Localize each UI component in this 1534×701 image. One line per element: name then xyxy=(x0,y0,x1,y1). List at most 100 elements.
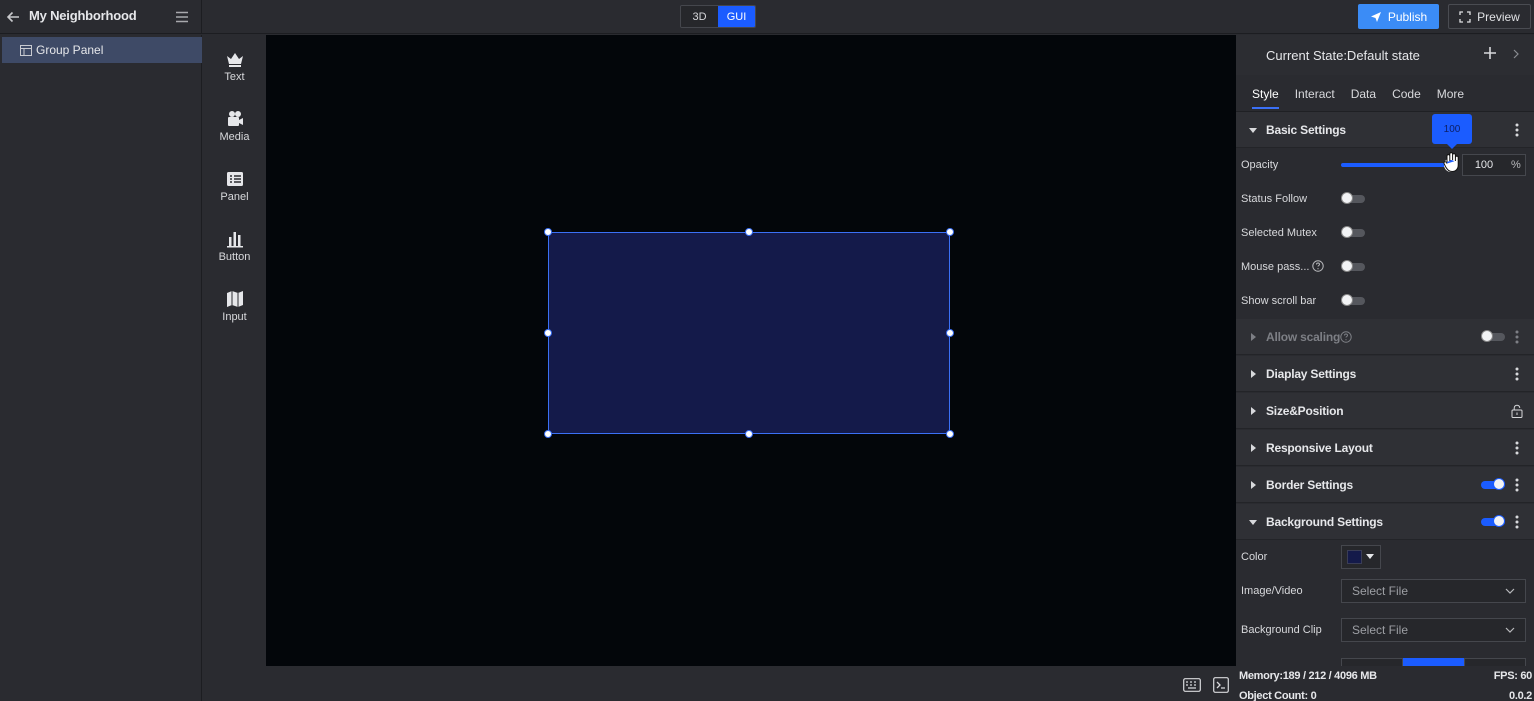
component-input-label: Input xyxy=(222,311,247,323)
caret-down-icon xyxy=(1249,127,1257,133)
resize-handle-right[interactable] xyxy=(946,329,954,337)
tab-code[interactable]: Code xyxy=(1384,81,1429,109)
color-swatch xyxy=(1347,550,1362,564)
mode-gui-button[interactable]: GUI xyxy=(718,6,755,27)
media-icon xyxy=(227,111,243,126)
mouse-pass-toggle[interactable] xyxy=(1341,260,1365,272)
caret-down-icon xyxy=(1249,519,1257,525)
hand-cursor-icon xyxy=(1443,152,1459,173)
lock-icon[interactable] xyxy=(1511,404,1523,418)
caret-down-icon xyxy=(1366,554,1374,559)
tab-style[interactable]: Style xyxy=(1244,81,1287,109)
resize-handle-top-left[interactable] xyxy=(544,228,552,236)
arrow-left-icon[interactable] xyxy=(4,8,22,26)
map-icon xyxy=(226,291,243,307)
terminal-icon[interactable] xyxy=(1213,677,1229,693)
color-picker[interactable] xyxy=(1341,545,1381,569)
component-input[interactable]: Input xyxy=(203,289,266,339)
publish-button[interactable]: Publish xyxy=(1358,4,1439,29)
bottom-status-bar xyxy=(266,666,1236,701)
more-vertical-icon[interactable] xyxy=(1515,478,1519,492)
section-allow-scaling[interactable]: Allow scaling xyxy=(1236,319,1534,355)
publish-label: Publish xyxy=(1387,9,1428,24)
chevron-right-icon[interactable] xyxy=(1512,49,1520,59)
version-stat: 0.0.2 xyxy=(1509,690,1532,701)
layer-item-label: Group Panel xyxy=(36,43,104,57)
caret-right-icon xyxy=(1251,443,1256,452)
background-settings-toggle[interactable] xyxy=(1481,515,1505,527)
section-title: Border Settings xyxy=(1266,477,1354,492)
caret-right-icon xyxy=(1251,406,1256,415)
more-vertical-icon[interactable] xyxy=(1515,123,1519,137)
background-clip-label: Background Clip xyxy=(1241,624,1322,636)
section-size-position[interactable]: Size&Position xyxy=(1236,393,1534,429)
resize-handle-bottom-right[interactable] xyxy=(946,430,954,438)
resize-handle-top-right[interactable] xyxy=(946,228,954,236)
opacity-unit: % xyxy=(1511,159,1521,171)
fullscreen-icon xyxy=(1459,10,1471,23)
resize-handle-left[interactable] xyxy=(544,329,552,337)
hamburger-menu-icon[interactable] xyxy=(174,9,190,25)
opacity-label: Opacity xyxy=(1241,159,1279,171)
status-follow-label: Status Follow xyxy=(1241,193,1308,205)
component-button[interactable]: Button xyxy=(203,229,266,279)
help-circle-icon[interactable] xyxy=(1340,331,1352,343)
property-tabs: Style Interact Data Code More xyxy=(1244,81,1472,109)
layer-item-group-panel[interactable]: Group Panel xyxy=(2,37,202,63)
image-video-label: Image/Video xyxy=(1241,585,1303,597)
preview-button[interactable]: Preview xyxy=(1448,4,1531,29)
tab-interact[interactable]: Interact xyxy=(1287,81,1343,109)
background-clip-select[interactable]: Select File xyxy=(1341,618,1526,642)
preview-label: Preview xyxy=(1477,9,1520,24)
more-vertical-icon[interactable] xyxy=(1515,515,1519,529)
border-settings-toggle[interactable] xyxy=(1481,478,1505,490)
bar-chart-icon xyxy=(226,232,243,248)
show-scroll-bar-label: Show scroll bar xyxy=(1241,295,1317,307)
properties-panel: Current State:Default state Style Intera… xyxy=(1236,35,1534,701)
component-media-label: Media xyxy=(219,131,250,143)
component-panel[interactable]: Panel xyxy=(203,169,266,219)
memory-stat: Memory:189 / 212 / 4096 MB xyxy=(1239,670,1377,682)
opacity-tooltip: 100 xyxy=(1432,114,1472,149)
panel-list-icon xyxy=(226,172,243,186)
design-canvas[interactable] xyxy=(266,35,1236,666)
image-video-placeholder: Select File xyxy=(1352,584,1409,598)
section-display-settings[interactable]: Diaplay Settings xyxy=(1236,356,1534,392)
plus-icon[interactable] xyxy=(1483,46,1497,60)
image-video-select[interactable]: Select File xyxy=(1341,579,1526,603)
section-title: Allow scaling xyxy=(1266,329,1341,344)
resize-handle-top[interactable] xyxy=(745,228,753,236)
section-border-settings[interactable]: Border Settings xyxy=(1236,467,1534,503)
help-circle-icon[interactable] xyxy=(1312,260,1324,272)
keyboard-icon[interactable] xyxy=(1183,678,1201,692)
fps-stat: FPS: 60 xyxy=(1493,670,1533,682)
caret-right-icon xyxy=(1251,480,1256,489)
section-responsive-layout[interactable]: Responsive Layout xyxy=(1236,430,1534,466)
opacity-input[interactable]: 100 % xyxy=(1462,154,1526,176)
topbar-divider xyxy=(201,0,202,34)
component-button-label: Button xyxy=(218,251,251,263)
more-vertical-icon[interactable] xyxy=(1515,441,1519,455)
opacity-slider-track[interactable] xyxy=(1341,163,1456,167)
resize-handle-bottom[interactable] xyxy=(745,430,753,438)
resize-handle-bottom-left[interactable] xyxy=(544,430,552,438)
status-follow-toggle[interactable] xyxy=(1341,192,1365,204)
section-title: Basic Settings xyxy=(1266,122,1346,137)
selected-mutex-toggle[interactable] xyxy=(1341,226,1365,238)
allow-scaling-toggle[interactable] xyxy=(1481,330,1505,342)
component-text[interactable]: Text xyxy=(203,49,266,99)
section-background-settings[interactable]: Background Settings xyxy=(1236,504,1534,540)
tab-more[interactable]: More xyxy=(1429,81,1472,109)
crown-icon xyxy=(226,53,243,67)
selected-mutex-label: Selected Mutex xyxy=(1241,227,1317,239)
more-vertical-icon[interactable] xyxy=(1515,330,1519,344)
component-media[interactable]: Media xyxy=(203,109,266,159)
show-scroll-bar-toggle[interactable] xyxy=(1341,294,1365,306)
tab-data[interactable]: Data xyxy=(1343,81,1384,109)
section-title: Diaplay Settings xyxy=(1266,366,1357,381)
mode-3d-button[interactable]: 3D xyxy=(681,6,718,27)
more-vertical-icon[interactable] xyxy=(1515,367,1519,381)
selected-group-panel[interactable] xyxy=(548,232,950,434)
section-basic-settings[interactable]: Basic Settings xyxy=(1236,112,1534,148)
current-state-label[interactable]: Current State:Default state xyxy=(1266,48,1420,63)
